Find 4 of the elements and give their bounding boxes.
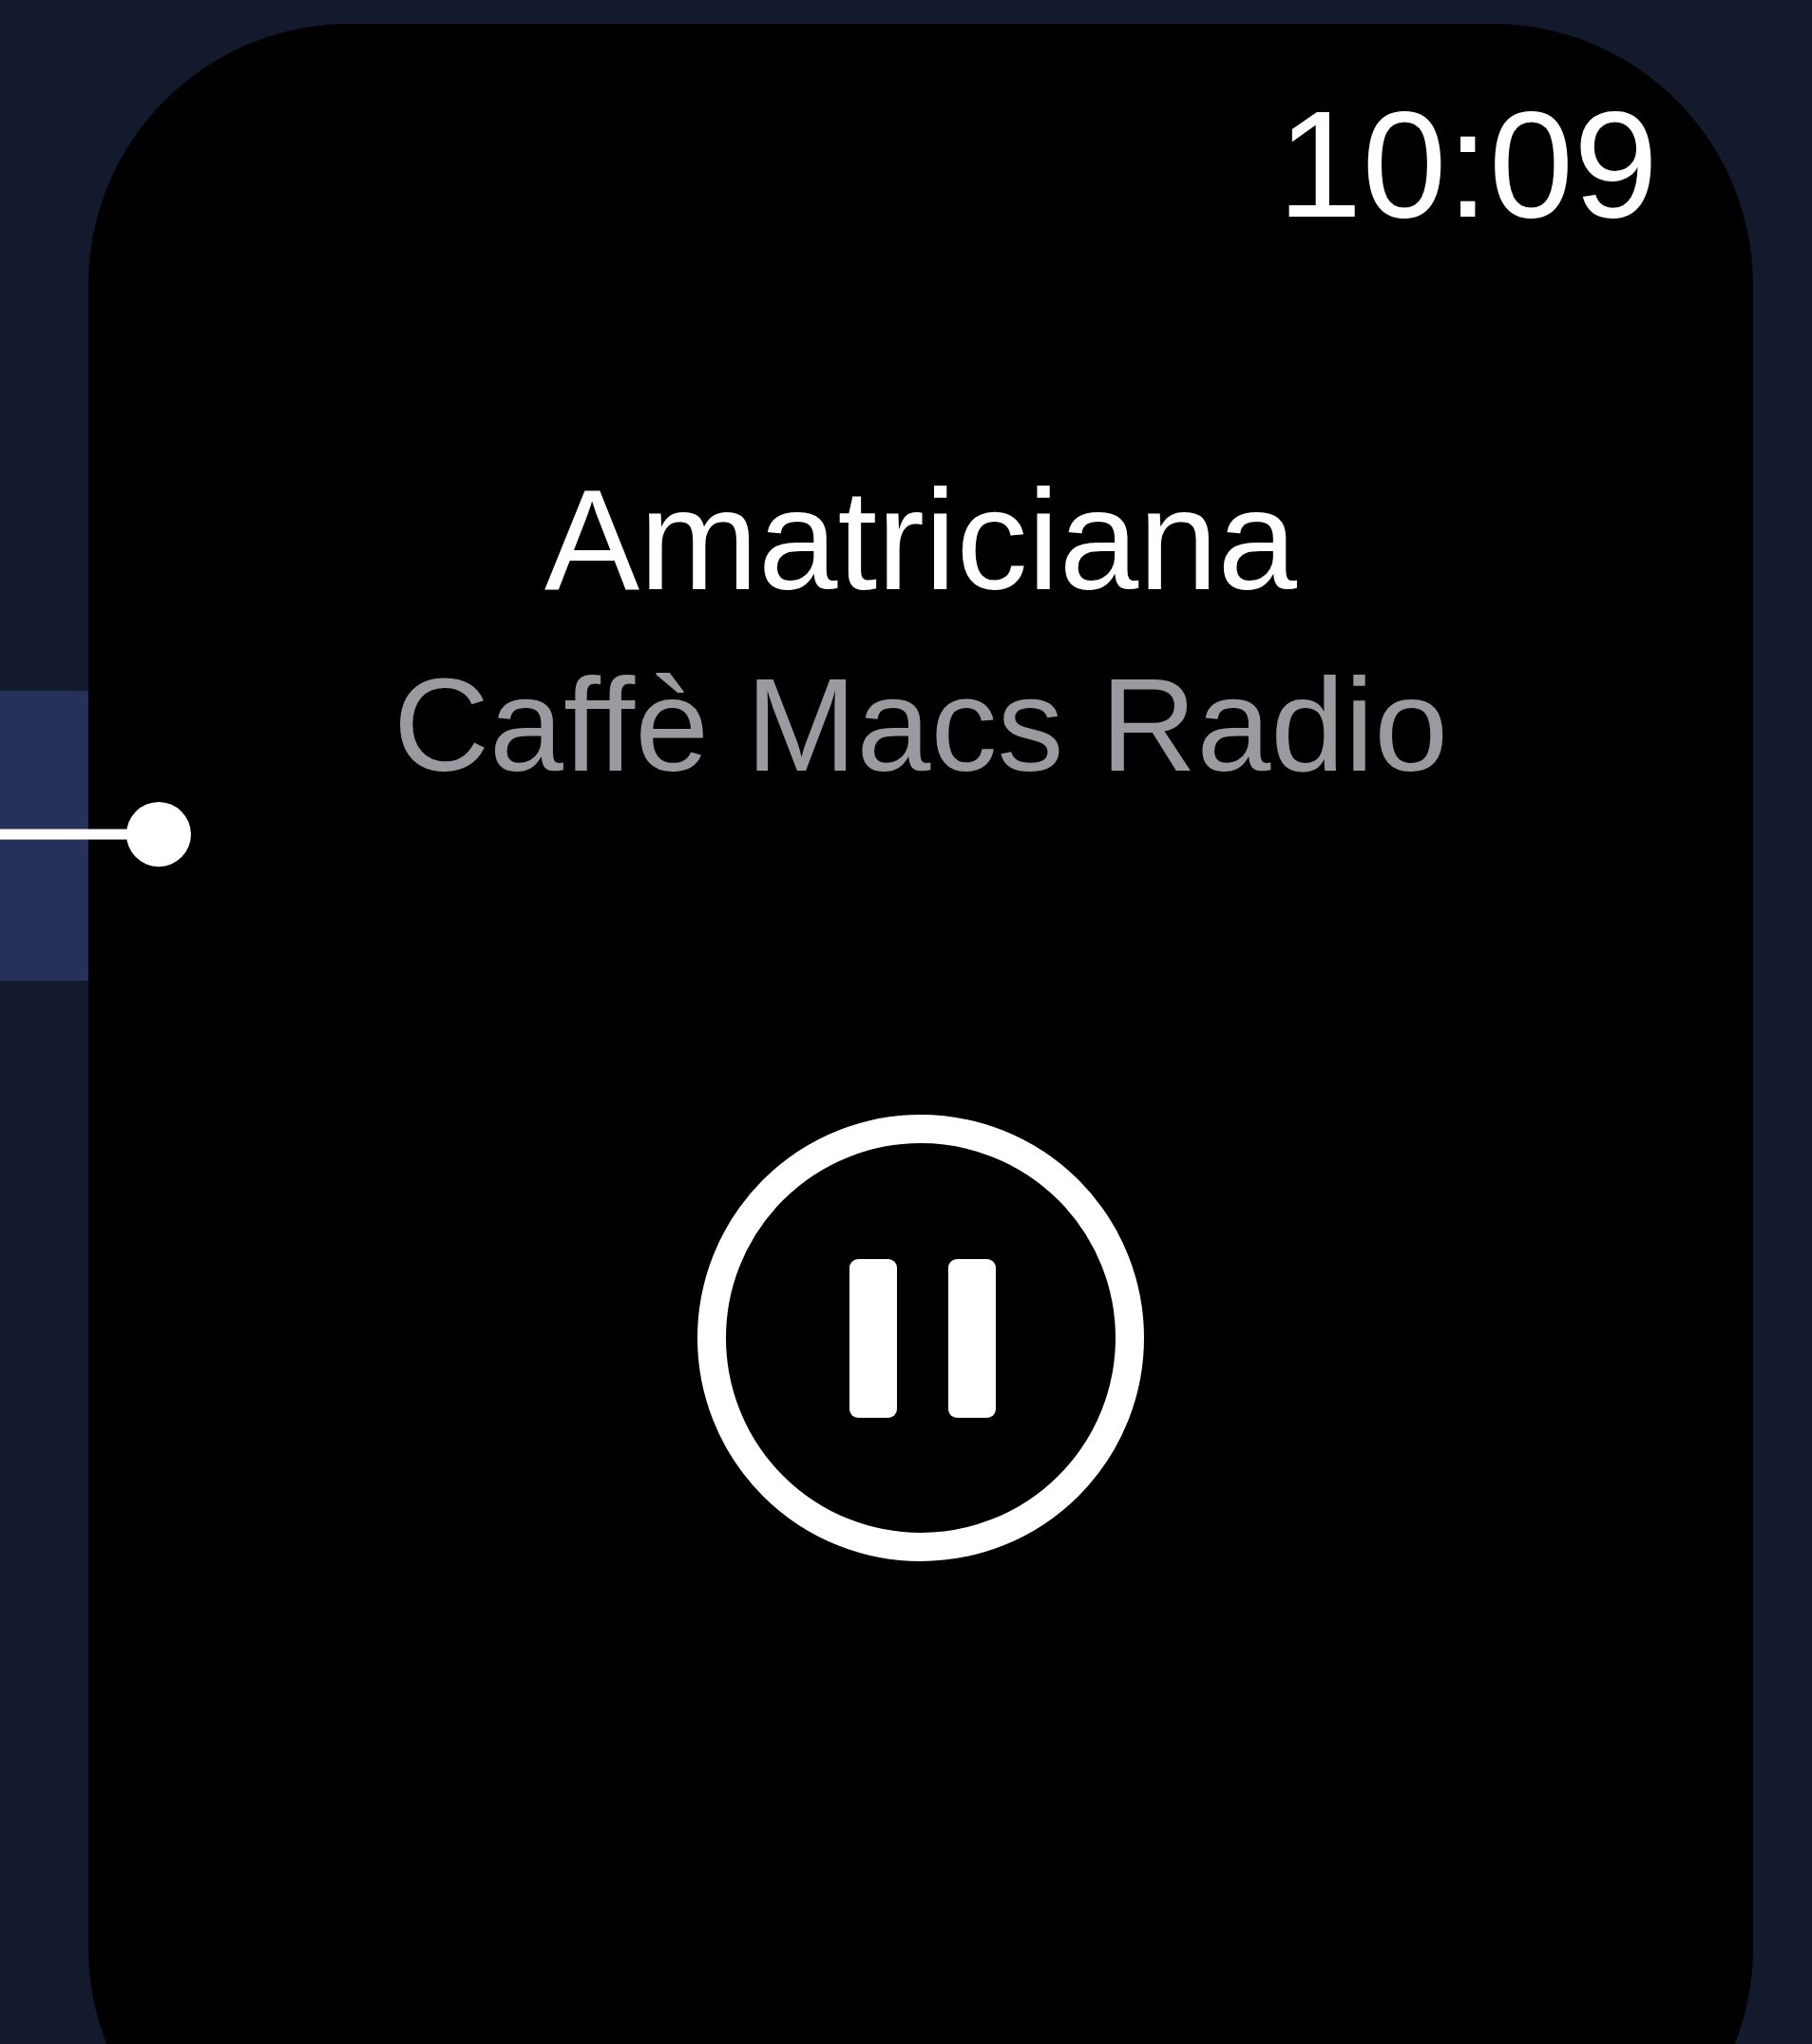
station-name: Caffè Macs Radio	[392, 659, 1449, 792]
pause-button[interactable]	[697, 1115, 1144, 1561]
time-label: 10:09	[1277, 88, 1658, 240]
track-title: Amatriciana	[544, 468, 1297, 611]
